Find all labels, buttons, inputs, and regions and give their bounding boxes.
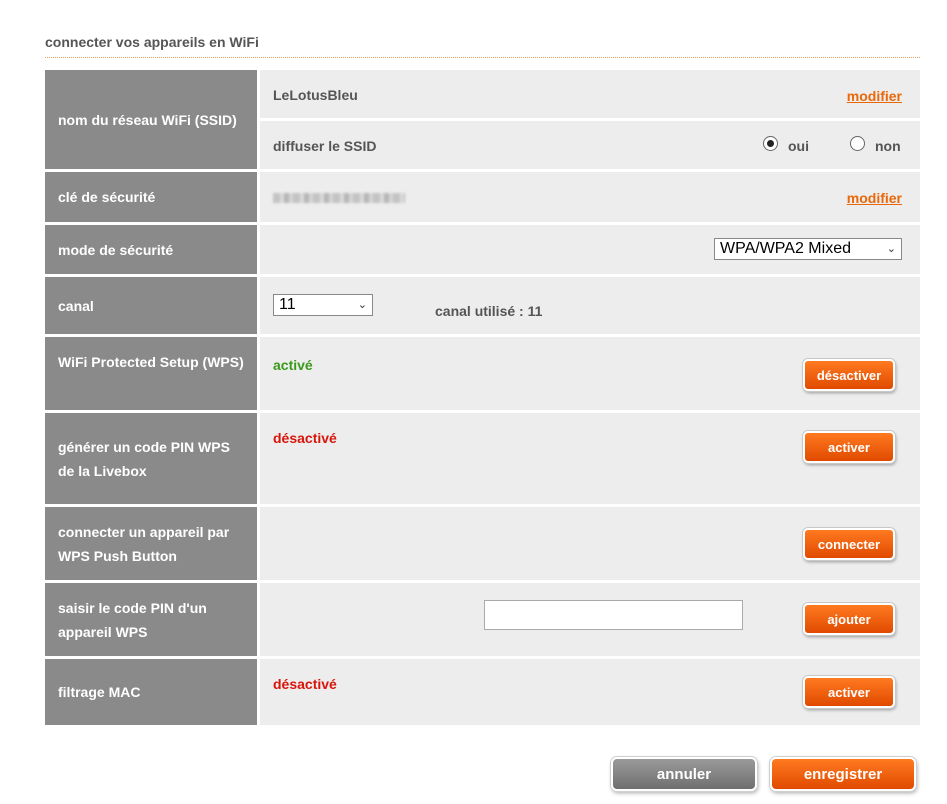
wps-cell: activé désactiver <box>260 337 920 410</box>
wps-pin-status: désactivé <box>273 430 337 446</box>
ssid-value: LeLotusBleu <box>273 87 358 103</box>
broadcast-yes-radio[interactable] <box>763 136 778 151</box>
cancel-button[interactable]: annuler <box>611 757 757 791</box>
ssid-values: LeLotusBleu modifier diffuser le SSID ou… <box>260 70 920 169</box>
wps-pin-activate-button[interactable]: activer <box>803 431 895 463</box>
mac-filter-cell: désactivé activer <box>260 659 920 725</box>
broadcast-yes-label: oui <box>788 138 809 154</box>
channel-select[interactable]: 11 ⌄ <box>273 294 373 316</box>
ssid-name-cell: LeLotusBleu modifier <box>260 70 920 118</box>
device-pin-row: saisir le code PIN d'un appareil WPS ajo… <box>45 583 920 656</box>
broadcast-no-label: non <box>875 138 901 154</box>
channel-selected: 11 <box>279 296 296 313</box>
device-pin-cell: ajouter <box>260 583 920 656</box>
wps-pin-label: générer un code PIN WPS de la Livebox <box>45 413 257 504</box>
wps-row: WiFi Protected Setup (WPS) activé désact… <box>45 337 920 410</box>
device-pin-label: saisir le code PIN d'un appareil WPS <box>45 583 257 656</box>
mac-filter-activate-button[interactable]: activer <box>803 676 895 708</box>
security-mode-cell: WPA/WPA2 Mixed ⌄ <box>260 225 920 274</box>
channel-cell: 11 ⌄ canal utilisé : 11 <box>260 277 920 334</box>
security-mode-label: mode de sécurité <box>45 225 257 274</box>
channel-row: canal 11 ⌄ canal utilisé : 11 <box>45 277 920 334</box>
ssid-broadcast-cell: diffuser le SSID oui non <box>260 121 920 169</box>
security-key-modify-link[interactable]: modifier <box>847 190 902 206</box>
title-divider <box>45 57 920 58</box>
security-mode-selected: WPA/WPA2 Mixed <box>720 240 851 257</box>
device-pin-add-button[interactable]: ajouter <box>803 603 895 635</box>
mac-filter-row: filtrage MAC désactivé activer <box>45 659 920 725</box>
wps-push-row: connecter un appareil par WPS Push Butto… <box>45 507 920 580</box>
chevron-down-icon: ⌄ <box>886 243 896 255</box>
wps-push-cell: connecter <box>260 507 920 580</box>
security-mode-select[interactable]: WPA/WPA2 Mixed ⌄ <box>714 238 902 260</box>
channel-label: canal <box>45 277 257 334</box>
wps-status: activé <box>273 357 313 373</box>
wps-deactivate-button[interactable]: désactiver <box>803 359 895 391</box>
wps-pin-cell: désactivé activer <box>260 413 920 504</box>
wps-label: WiFi Protected Setup (WPS) <box>45 337 257 410</box>
wps-push-label: connecter un appareil par WPS Push Butto… <box>45 507 257 580</box>
ssid-row: nom du réseau WiFi (SSID) LeLotusBleu mo… <box>45 70 920 169</box>
save-button[interactable]: enregistrer <box>770 757 916 791</box>
security-key-value-masked <box>273 193 405 203</box>
mac-filter-label: filtrage MAC <box>45 659 257 725</box>
broadcast-label: diffuser le SSID <box>273 138 377 154</box>
section-title: connecter vos appareils en WiFi <box>45 34 259 50</box>
device-pin-input[interactable] <box>484 600 743 630</box>
security-mode-row: mode de sécurité WPA/WPA2 Mixed ⌄ <box>45 225 920 274</box>
mac-filter-status: désactivé <box>273 676 337 692</box>
security-key-label: clé de sécurité <box>45 172 257 222</box>
broadcast-no-radio[interactable] <box>850 136 865 151</box>
ssid-modify-link[interactable]: modifier <box>847 88 902 104</box>
security-key-cell: modifier <box>260 172 920 222</box>
ssid-label: nom du réseau WiFi (SSID) <box>45 70 257 169</box>
wps-push-connect-button[interactable]: connecter <box>803 528 895 560</box>
channel-used-text: canal utilisé : 11 <box>435 303 543 319</box>
chevron-down-icon: ⌄ <box>357 299 367 311</box>
security-key-row: clé de sécurité modifier <box>45 172 920 222</box>
wps-pin-row: générer un code PIN WPS de la Livebox dé… <box>45 413 920 504</box>
